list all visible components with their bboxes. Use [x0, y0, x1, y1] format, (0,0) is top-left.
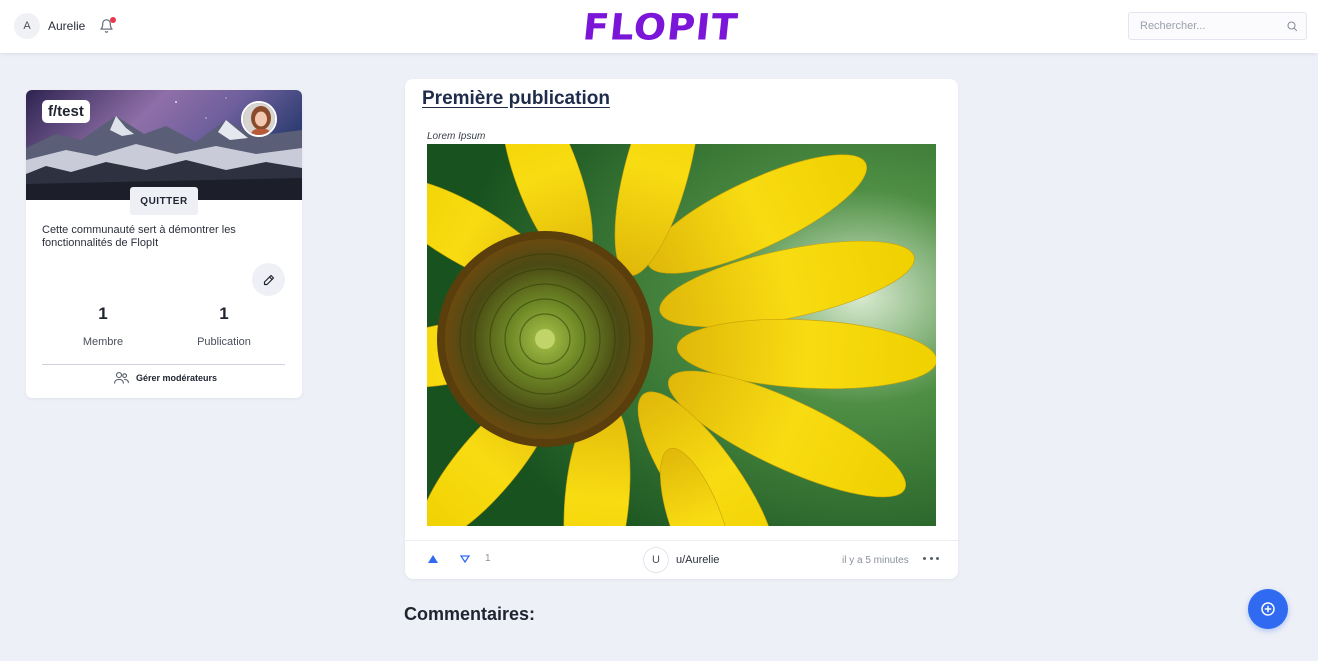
- edit-community-button[interactable]: [252, 263, 285, 296]
- notifications-button[interactable]: [99, 17, 117, 35]
- logo[interactable]: FLOPIT: [575, 6, 747, 48]
- community-description: Cette communauté sert à démontrer les fo…: [42, 224, 236, 249]
- search-input[interactable]: [1140, 20, 1286, 32]
- author-name[interactable]: u/Aurelie: [676, 554, 719, 566]
- quit-community-button[interactable]: QUITTER: [130, 187, 198, 215]
- post-description: Lorem Ipsum: [427, 131, 486, 142]
- community-banner: f/test: [26, 90, 302, 200]
- manage-moderators-button[interactable]: Gérer modérateurs: [114, 371, 217, 384]
- user-name[interactable]: Aurelie: [48, 19, 85, 33]
- publications-count: 1: [219, 304, 229, 323]
- community-avatar: [241, 101, 277, 137]
- arrow-up-icon: [428, 555, 438, 563]
- search-box[interactable]: [1128, 12, 1307, 40]
- top-navbar: A Aurelie FLOPIT: [0, 0, 1318, 53]
- vote-count: 1: [485, 553, 491, 564]
- members-stat: 1 Membre: [43, 304, 163, 348]
- post-image[interactable]: [427, 144, 936, 526]
- more-options-button[interactable]: [923, 553, 939, 563]
- plus-circle-icon: [1261, 602, 1275, 616]
- members-label: Membre: [82, 336, 124, 348]
- sunflower-image: [427, 144, 936, 526]
- author-avatar[interactable]: U: [643, 547, 669, 573]
- create-post-button[interactable]: [1248, 589, 1288, 629]
- users-icon: [114, 371, 129, 384]
- search-icon[interactable]: [1286, 20, 1298, 32]
- members-count: 1: [98, 304, 108, 323]
- arrow-down-icon: [460, 555, 470, 563]
- publications-stat: 1 Publication: [164, 304, 284, 348]
- comments-heading: Commentaires:: [404, 604, 536, 624]
- post-time: il y a 5 minutes: [842, 555, 909, 566]
- downvote-button[interactable]: [459, 553, 471, 565]
- post-card: Première publication Lorem Ipsum 1 U u/A…: [405, 79, 958, 579]
- user-avatar[interactable]: A: [14, 13, 40, 39]
- community-tag[interactable]: f/test: [42, 100, 90, 123]
- upvote-button[interactable]: [427, 553, 439, 565]
- pencil-icon: [263, 274, 274, 285]
- publications-label: Publication: [197, 336, 251, 348]
- post-title[interactable]: Première publication: [422, 88, 610, 110]
- manage-moderators-label: Gérer modérateurs: [136, 372, 218, 383]
- logo-text: FLOPIT: [581, 6, 741, 48]
- user-menu[interactable]: A Aurelie: [14, 13, 117, 39]
- more-horizontal-icon: [923, 556, 926, 560]
- post-footer-divider: [405, 540, 958, 541]
- community-card: f/test QUITTER Cette communauté sert à d…: [26, 90, 302, 398]
- notification-dot: [110, 17, 117, 23]
- divider: [42, 364, 285, 365]
